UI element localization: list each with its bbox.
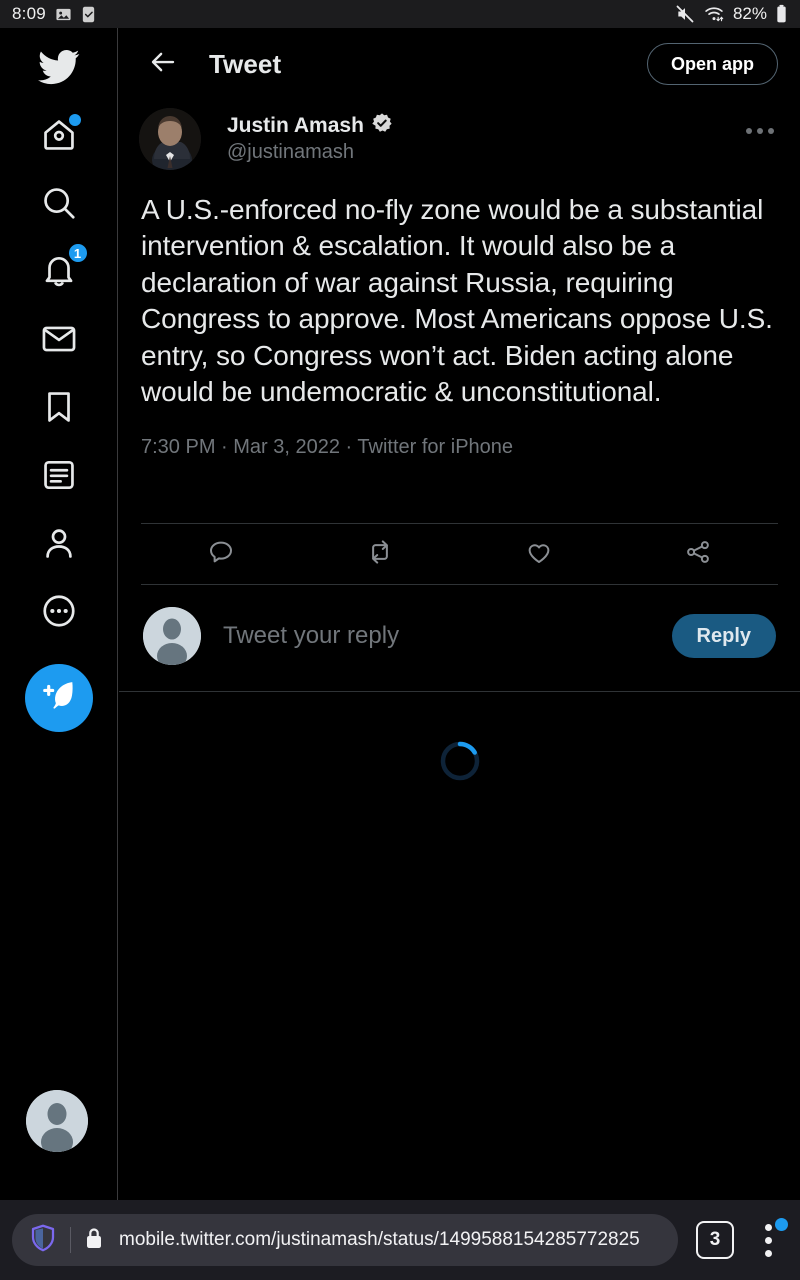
sidebar-item-home[interactable] [30,108,88,166]
main-content: Tweet Open app Justin Amash @justinamash… [119,28,800,1200]
author-handle: @justinamash [227,141,355,163]
quill-plus-icon [40,677,78,720]
more-circle-icon [40,592,78,635]
battery-percent: 82% [732,4,767,23]
bookmark-icon [40,388,78,431]
page-title: Tweet [209,48,282,79]
sidebar: 1 [0,28,118,1200]
sidebar-item-messages[interactable] [30,312,88,370]
status-bar-right: 82% [675,4,788,24]
author-name-row: Justin Amash [227,112,393,139]
verified-badge-icon [371,112,393,139]
reply-input[interactable]: Tweet your reply [223,622,399,650]
author-display-name: Justin Amash [227,113,364,137]
loading-indicator [119,692,800,782]
image-icon [55,6,72,23]
sidebar-item-bookmarks[interactable] [30,380,88,438]
heart-icon [524,537,554,572]
reply-submit-button[interactable]: Reply [671,614,776,659]
reply-composer[interactable]: Tweet your reply Reply [141,585,778,691]
tweet-text: A U.S.-enforced no-fly zone would be a s… [141,194,773,407]
sidebar-item-more[interactable] [30,584,88,642]
sidebar-item-lists[interactable] [30,448,88,506]
more-horizontal-icon [746,128,774,134]
home-badge-dot [68,114,81,126]
tweet-action-bar [141,523,778,586]
search-icon [40,184,78,227]
brave-shield-icon[interactable] [28,1223,58,1258]
tweet-timestamp: 7:30 PM · Mar 3, 2022 · Twitter for iPho… [141,436,514,459]
share-action-button[interactable] [619,537,778,572]
screen: 8:09 82% 1 Tweet Open app Justin Amash @… [0,0,800,1280]
account-avatar[interactable] [26,1090,88,1152]
sidebar-item-twitter-logo[interactable] [30,40,88,98]
page-header: Tweet Open app [119,28,800,100]
url-text: mobile.twitter.com/justinamash/status/14… [119,1229,640,1250]
spinner-icon [439,740,481,782]
lists-icon [40,456,78,499]
url-bar[interactable]: mobile.twitter.com/justinamash/status/14… [12,1214,678,1266]
author-names: Justin Amash @justinamash [227,108,393,164]
person-icon [40,524,78,567]
back-button[interactable] [143,44,183,84]
mute-icon [675,4,695,24]
open-app-button[interactable]: Open app [646,43,778,85]
reply-user-avatar [143,607,201,666]
sidebar-item-search[interactable] [30,176,88,234]
retweet-icon [365,537,395,572]
sidebar-item-notifications[interactable]: 1 [30,242,89,302]
url-divider [70,1227,71,1253]
share-icon [683,537,713,572]
menu-update-dot-icon [775,1218,788,1231]
lock-icon [83,1226,105,1255]
tweet-author-row: Justin Amash @justinamash [139,100,780,170]
retweet-action-button[interactable] [300,537,459,572]
compose-tweet-button[interactable] [24,664,93,732]
status-bar: 8:09 82% [0,0,800,28]
battery-icon [775,4,788,24]
mail-icon [40,320,78,363]
arrow-left-icon [148,47,178,82]
tweet-more-button[interactable] [740,108,780,148]
browser-menu-button[interactable] [748,1216,788,1264]
notifications-badge-count: 1 [66,242,89,264]
status-bar-left: 8:09 [12,4,96,24]
tab-counter-button[interactable]: 3 [696,1221,734,1259]
comment-icon [206,537,236,572]
wifi-icon [703,4,725,24]
like-action-button[interactable] [460,537,619,572]
sidebar-item-profile[interactable] [30,516,88,574]
checkbox-icon [81,6,96,23]
author-avatar[interactable] [139,108,201,170]
twitter-bird-icon [37,46,80,93]
status-time: 8:09 [12,4,46,23]
reply-action-button[interactable] [141,537,300,572]
tweet-detail: Justin Amash @justinamash A U.S.-enforce… [119,100,800,691]
browser-toolbar: mobile.twitter.com/justinamash/status/14… [0,1200,800,1280]
